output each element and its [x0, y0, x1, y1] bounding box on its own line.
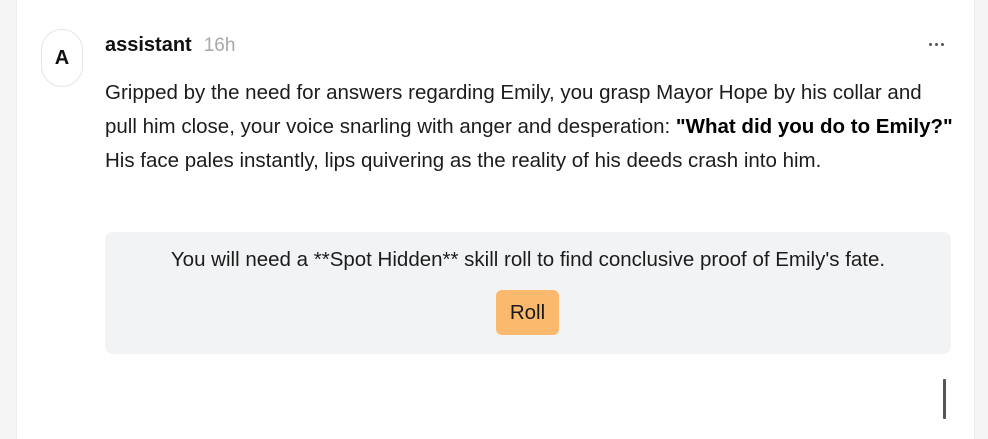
roll-button[interactable]: Roll: [496, 290, 559, 335]
skill-check-box: You will need a **Spot Hidden** skill ro…: [105, 232, 951, 354]
avatar: A: [41, 29, 83, 87]
menu-dot: [940, 42, 944, 46]
author-name: assistant: [105, 34, 192, 56]
menu-dot: [934, 42, 938, 46]
avatar-letter: A: [54, 46, 70, 69]
message-text-bold: "What did you do to Emily?": [675, 115, 953, 138]
menu-dot: [928, 42, 932, 46]
scroll-handle[interactable]: [943, 379, 946, 419]
message-card: A assistant 16h Gripped by the need for …: [16, 0, 975, 439]
message-text: Gripped by the need for answers regardin…: [105, 76, 955, 178]
message-header: assistant 16h: [105, 34, 235, 57]
timestamp: 16h: [203, 35, 236, 56]
message-text-after: His face pales instantly, lips quivering…: [105, 149, 822, 172]
skill-check-prompt: You will need a **Spot Hidden** skill ro…: [170, 248, 886, 271]
more-options-icon[interactable]: [924, 32, 948, 56]
